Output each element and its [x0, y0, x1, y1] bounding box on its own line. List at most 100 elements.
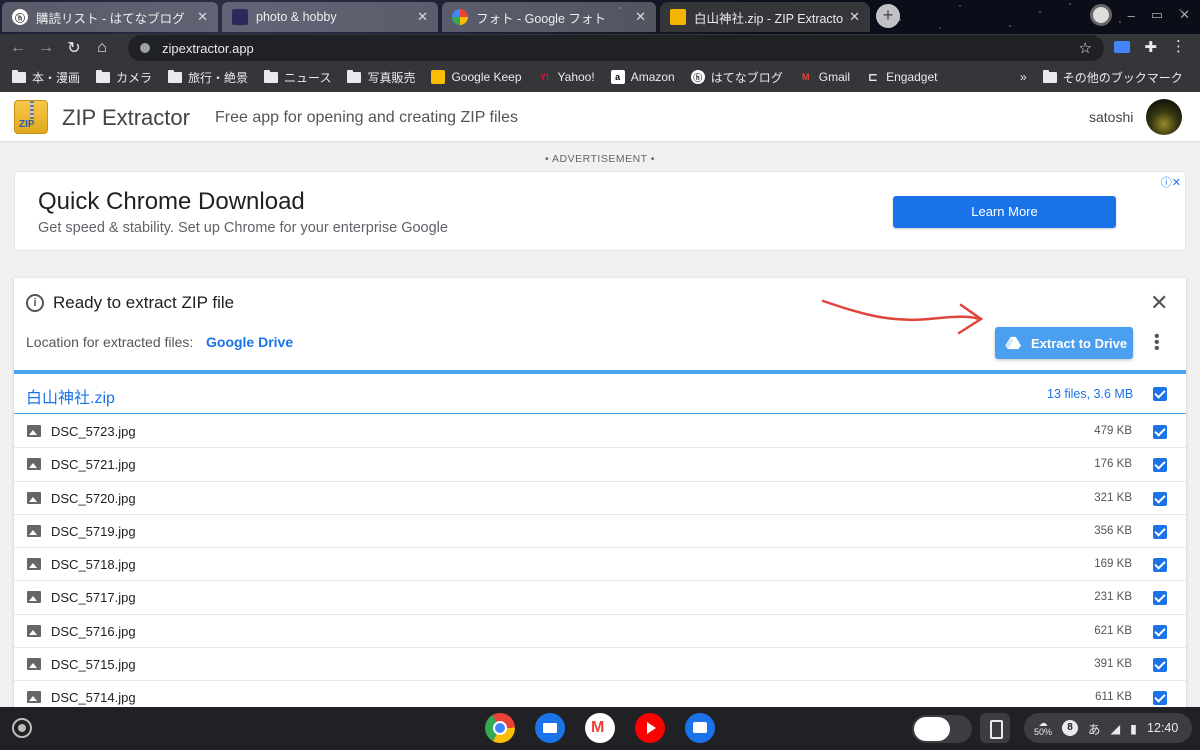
list-item[interactable]: DSC_5717.jpg 231 KB	[14, 581, 1186, 615]
list-item[interactable]: DSC_5715.jpg 391 KB	[14, 648, 1186, 682]
bookmarks-overflow-button[interactable]: »	[1020, 70, 1027, 84]
select-all-checkbox[interactable]	[1153, 387, 1167, 401]
other-bookmarks[interactable]: その他のブックマーク	[1042, 69, 1183, 86]
new-tab-button[interactable]: +	[876, 4, 900, 28]
extension-icon[interactable]	[1114, 41, 1131, 53]
close-tab-icon[interactable]: ✕	[197, 9, 208, 25]
folder-icon	[96, 69, 111, 83]
list-item[interactable]: DSC_5714.jpg 611 KB	[14, 681, 1186, 707]
file-checkbox[interactable]	[1153, 624, 1167, 639]
home-icon[interactable]: ⌂	[88, 39, 116, 57]
weather-battery-icon: ☁ 50%	[1034, 718, 1053, 737]
bookmark-engadget[interactable]: ⊏ Engadget	[866, 70, 937, 84]
youtube-icon[interactable]	[635, 713, 665, 743]
file-checkbox[interactable]	[1153, 658, 1167, 673]
more-options-icon[interactable]: • • •	[1154, 329, 1160, 357]
zip-file-name: 白山神社.zip	[26, 390, 115, 407]
tab-google-photos[interactable]: フォト - Google フォト ✕	[442, 2, 656, 32]
close-icon[interactable]: ✕	[1150, 290, 1168, 316]
yahoo-icon: Y!	[540, 72, 550, 82]
list-item[interactable]: DSC_5723.jpg 479 KB	[14, 415, 1186, 449]
reload-icon[interactable]: ↻	[60, 38, 88, 58]
file-checkbox[interactable]	[1153, 558, 1167, 573]
image-icon	[27, 591, 41, 604]
list-item[interactable]: DSC_5716.jpg 621 KB	[14, 615, 1186, 649]
close-window-icon[interactable]: ✕	[1179, 7, 1190, 23]
back-icon[interactable]: ←	[4, 39, 32, 57]
bookmark-folder[interactable]: ニュース	[264, 69, 331, 86]
file-list: DSC_5723.jpg 479 KB DSC_5721.jpg 176 KB DS…	[14, 415, 1186, 707]
bookmark-yahoo[interactable]: Y! Yahoo!	[538, 70, 595, 84]
bookmark-folder[interactable]: 写真販売	[347, 69, 415, 86]
chrome-icon[interactable]	[485, 713, 515, 743]
advertisement[interactable]: Quick Chrome Download Get speed & stabil…	[14, 171, 1186, 251]
keep-icon	[431, 70, 446, 84]
tab-hatena-reading-list[interactable]: ⓗ 購読リスト - はてなブログ ✕	[2, 2, 218, 32]
avatar[interactable]	[1146, 99, 1182, 135]
bookmarks-bar: 本・漫画 カメラ 旅行・絶景 ニュース 写真販売 Google Keep Y! Y…	[0, 62, 1200, 92]
gmail-icon: M	[801, 72, 810, 82]
list-item[interactable]: DSC_5721.jpg 176 KB	[14, 448, 1186, 482]
close-tab-icon[interactable]: ✕	[417, 9, 428, 25]
bookmark-folder[interactable]: 本・漫画	[12, 69, 80, 86]
app-title: ZIP Extractor	[62, 105, 190, 130]
bookmark-gmail[interactable]: M Gmail	[799, 70, 850, 84]
file-checkbox[interactable]	[1153, 591, 1167, 606]
google-photos-icon	[452, 9, 468, 25]
location-label: Location for extracted files:	[26, 334, 194, 350]
image-icon	[27, 691, 41, 704]
extract-panel: i Ready to extract ZIP file ✕ Location f…	[14, 278, 1186, 707]
engadget-icon: ⊏	[868, 70, 879, 84]
bookmark-star-icon[interactable]: ☆	[1079, 39, 1092, 57]
ad-title[interactable]: Quick Chrome Download	[38, 188, 305, 216]
holding-space-tray[interactable]	[912, 715, 972, 743]
learn-more-button[interactable]: Learn More	[893, 196, 1116, 228]
extract-to-drive-button[interactable]: Extract to Drive	[995, 327, 1133, 359]
site-info-icon[interactable]	[140, 43, 150, 53]
file-checkbox[interactable]	[1153, 524, 1167, 539]
image-icon	[27, 458, 41, 471]
file-checkbox[interactable]	[1153, 491, 1167, 506]
close-tab-icon[interactable]: ✕	[849, 9, 860, 25]
file-checkbox[interactable]	[1153, 425, 1167, 439]
ad-choices-icon[interactable]: ⓘ✕	[1161, 174, 1181, 190]
ad-text: Get speed & stability. Set up Chrome for…	[38, 220, 448, 236]
bookmark-google-keep[interactable]: Google Keep	[431, 70, 522, 84]
forward-icon[interactable]: →	[32, 39, 60, 57]
bookmark-folder[interactable]: 旅行・絶景	[168, 69, 248, 86]
list-item[interactable]: DSC_5720.jpg 321 KB	[14, 482, 1186, 515]
notification-count: 8	[1062, 720, 1079, 736]
launcher-icon[interactable]	[12, 718, 32, 738]
image-icon	[27, 425, 41, 437]
list-item[interactable]: DSC_5718.jpg 169 KB	[14, 548, 1186, 582]
bookmark-hatena[interactable]: ⓗ はてなブログ	[690, 69, 783, 86]
phone-hub-icon[interactable]	[980, 713, 1010, 743]
gmail-icon[interactable]: M	[585, 713, 615, 743]
bookmark-folder[interactable]: カメラ	[96, 69, 152, 86]
messages-icon[interactable]	[685, 713, 715, 743]
bookmark-amazon[interactable]: a Amazon	[610, 70, 675, 84]
image-icon	[27, 624, 41, 637]
location-link[interactable]: Google Drive	[206, 334, 293, 350]
zip-header-row[interactable]: 白山神社.zip 13 files, 3.6 MB	[14, 374, 1186, 414]
minimize-icon[interactable]: –	[1128, 8, 1135, 23]
address-bar[interactable]: zipextractor.app ☆	[128, 35, 1104, 61]
close-tab-icon[interactable]: ✕	[635, 9, 646, 25]
tab-photo-hobby[interactable]: photo & hobby ✕	[222, 2, 438, 32]
zip-icon	[670, 9, 686, 25]
user-name: satoshi	[1089, 109, 1134, 125]
files-icon[interactable]	[535, 713, 565, 743]
folder-icon	[1042, 69, 1057, 83]
extensions-puzzle-icon[interactable]: ✚	[1144, 38, 1157, 56]
menu-kebab-icon[interactable]: ⋮	[1171, 39, 1186, 54]
tab-zip-extractor[interactable]: 白山神社.zip - ZIP Extractor ✕	[660, 2, 870, 32]
list-item[interactable]: DSC_5719.jpg 356 KB	[14, 515, 1186, 549]
drive-add-icon	[1005, 336, 1021, 350]
tab-strip: ⓗ 購読リスト - はてなブログ ✕ photo & hobby ✕ フォト -…	[0, 0, 1200, 34]
zip-extractor-logo[interactable]: ZIP	[14, 100, 48, 134]
tab-search-icon[interactable]	[1089, 4, 1112, 26]
restore-icon[interactable]: ▭	[1151, 7, 1163, 23]
file-checkbox[interactable]	[1153, 458, 1167, 473]
status-area[interactable]: ☁ 50% 8 あ ◢ ▮ 12:40	[1024, 713, 1192, 743]
file-checkbox[interactable]	[1153, 691, 1167, 706]
